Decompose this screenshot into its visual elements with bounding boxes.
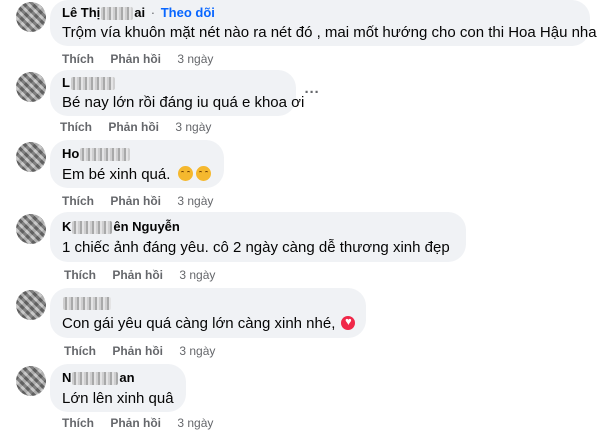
comment-author[interactable]: Lê Thị ai · Theo dõi xyxy=(62,4,578,21)
avatar[interactable] xyxy=(16,290,46,320)
author-name-prefix: K xyxy=(62,219,72,234)
heart-emoji-icon xyxy=(341,314,356,331)
comment-time[interactable]: 3 ngày xyxy=(177,194,213,208)
comment-actions: Thích Phản hồi 3 ngày xyxy=(62,194,226,208)
comment-time[interactable]: 3 ngày xyxy=(175,120,211,134)
like-button[interactable]: Thích xyxy=(64,268,96,282)
reply-button[interactable]: Phản hồi xyxy=(110,416,161,430)
comment-bubble: Kên Nguyễn 1 chiếc ảnh đáng yêu. cô 2 ng… xyxy=(50,212,466,262)
comment-text: Con gái yêu quá càng lớn càng xinh nhé, xyxy=(62,314,356,334)
author-name-suffix: ên Nguyễn xyxy=(113,219,180,234)
author-name-prefix: Ho xyxy=(62,146,80,161)
blurred-name xyxy=(80,148,131,162)
comment-text: Lớn lên xinh quâ xyxy=(62,390,174,407)
blurred-name xyxy=(72,372,119,386)
comment-text-content: Con gái yêu quá càng lớn càng xinh nhé, xyxy=(62,315,336,332)
comment-author[interactable]: Nan xyxy=(62,369,174,386)
comment-time[interactable]: 3 ngày xyxy=(177,416,213,430)
author-name-prefix: Lê Thị xyxy=(62,5,101,20)
reply-button[interactable]: Phản hồi xyxy=(112,268,163,282)
avatar[interactable] xyxy=(16,2,46,32)
reply-button[interactable]: Phản hồi xyxy=(108,120,159,134)
comment-actions: Thích Phản hồi 3 ngày xyxy=(62,416,226,430)
comment-time[interactable]: 3 ngày xyxy=(179,268,215,282)
like-button[interactable]: Thích xyxy=(62,416,94,430)
more-options-button[interactable]: ··· xyxy=(298,82,326,110)
author-name-prefix: L xyxy=(62,75,70,90)
comment-actions: Thích Phản hồi 3 ngày xyxy=(60,120,224,134)
reply-button[interactable]: Phản hồi xyxy=(112,344,163,358)
blush-emoji-icon xyxy=(195,166,211,181)
blush-emoji-icon xyxy=(177,166,193,181)
comment-text: 1 chiếc ảnh đáng yêu. cô 2 ngày càng dễ … xyxy=(62,239,450,256)
avatar[interactable] xyxy=(16,72,46,102)
blurred-name xyxy=(101,7,134,21)
comment-text: Bé nay lớn rồi đáng iu quá e khoa ơi xyxy=(62,94,305,111)
author-name-prefix: N xyxy=(62,370,72,385)
reply-button[interactable]: Phản hồi xyxy=(110,52,161,66)
separator-dot: · xyxy=(150,5,156,20)
comment-bubble: Nan Lớn lên xinh quâ xyxy=(50,364,186,412)
comment-text: Em bé xinh quá. xyxy=(62,165,212,185)
avatar[interactable] xyxy=(16,214,46,244)
comment-bubble: Con gái yêu quá càng lớn càng xinh nhé, xyxy=(50,288,366,338)
like-button[interactable]: Thích xyxy=(60,120,92,134)
comment-author[interactable] xyxy=(62,294,354,311)
like-button[interactable]: Thích xyxy=(62,194,94,208)
comment-text: Trộm vía khuôn mặt nét nào ra nét đó , m… xyxy=(62,24,597,41)
avatar[interactable] xyxy=(16,142,46,172)
comment-bubble: L Bé nay lớn rồi đáng iu quá e khoa ơi xyxy=(50,70,305,116)
blurred-name xyxy=(70,77,115,91)
author-name-suffix: ai xyxy=(134,5,146,20)
comment-actions: Thích Phản hồi 3 ngày xyxy=(64,268,228,282)
blurred-name xyxy=(72,221,113,235)
comment-author[interactable]: Ho xyxy=(62,145,212,162)
comment-bubble: Ho Em bé xinh quá. xyxy=(50,140,224,188)
comment-actions: Thích Phản hồi 3 ngày xyxy=(64,344,228,358)
comment-text-content: Em bé xinh quá. xyxy=(62,166,171,183)
reply-button[interactable]: Phản hồi xyxy=(110,194,161,208)
avatar[interactable] xyxy=(16,366,46,396)
comment-time[interactable]: 3 ngày xyxy=(179,344,215,358)
comment-time[interactable]: 3 ngày xyxy=(177,52,213,66)
comment-bubble: Lê Thị ai · Theo dõi Trộm vía khuôn mặt n… xyxy=(50,0,597,46)
comment-author[interactable]: Kên Nguyễn xyxy=(62,218,454,235)
blurred-name xyxy=(63,297,111,311)
comment-author[interactable]: L xyxy=(62,74,284,91)
like-button[interactable]: Thích xyxy=(62,52,94,66)
like-button[interactable]: Thích xyxy=(64,344,96,358)
author-name-suffix: an xyxy=(119,370,135,385)
comment-actions: Thích Phản hồi 3 ngày xyxy=(62,52,226,66)
follow-button[interactable]: Theo dõi xyxy=(161,5,215,20)
